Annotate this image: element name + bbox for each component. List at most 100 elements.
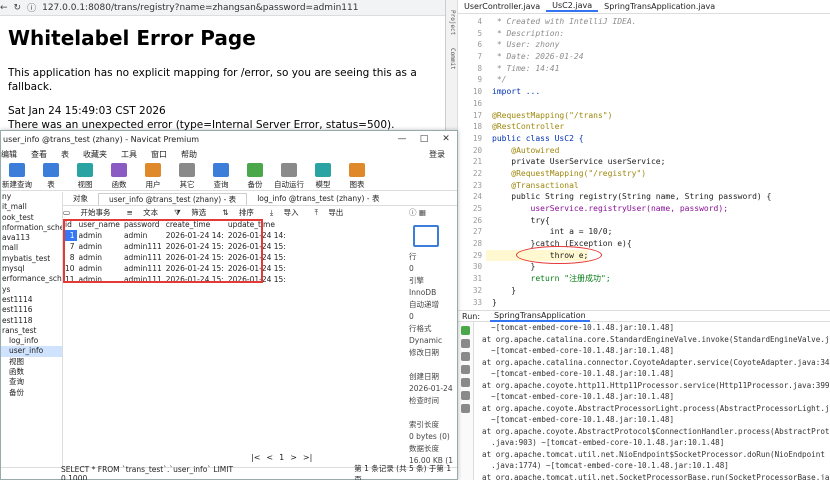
toolbar-icon (281, 163, 297, 177)
camera-icon[interactable] (461, 365, 470, 374)
sidebar-item[interactable]: ook_test (1, 213, 62, 223)
menu-item-0[interactable]: 编辑 (1, 149, 17, 160)
sidebar-item[interactable]: est1114 (1, 295, 62, 305)
sidebar-item[interactable]: 备份 (1, 388, 62, 398)
code-text: try{ (492, 215, 550, 225)
close-icon[interactable]: ✕ (435, 134, 457, 144)
line-number: 9 (477, 75, 482, 85)
reload-icon[interactable]: ↻ (14, 3, 22, 13)
sidebar-item[interactable]: nformation_schema (1, 223, 62, 233)
pager-control-3[interactable]: > (290, 453, 297, 462)
table-action-0[interactable]: ▭ 开始事务 (63, 207, 118, 218)
toolbar-icon (111, 163, 127, 177)
pager-control-0[interactable]: |< (251, 453, 260, 462)
rerun-icon[interactable] (461, 326, 470, 335)
sidebar-item[interactable]: mysql (1, 264, 62, 274)
navicat-window: user_info @trans_test (zhany) - Navicat … (0, 130, 458, 480)
settings-icon[interactable] (461, 378, 470, 387)
tab-usercontroller[interactable]: UserController.java (458, 2, 546, 11)
tab-usc2[interactable]: UsC2.java (546, 1, 599, 12)
menu-item-2[interactable]: 表 (61, 149, 69, 160)
console-output[interactable]: ~[tomcat-embed-core-10.1.48.jar:10.1.48]… (482, 322, 830, 480)
sidebar-item[interactable]: mall (1, 243, 62, 253)
pin-icon[interactable] (461, 404, 470, 413)
toolbar-button-3[interactable]: 函数 (103, 163, 135, 190)
toolbar-label: 其它 (179, 180, 195, 189)
url-text[interactable]: 127.0.0.1:8080/trans/registry?name=zhang… (42, 3, 358, 13)
menu-item-6[interactable]: 帮助 (181, 149, 197, 160)
sidebar-item[interactable]: ys (1, 285, 62, 295)
sidebar-item[interactable]: est1118 (1, 316, 62, 326)
toolbar-button-6[interactable]: 查询 (205, 163, 237, 190)
stop-icon[interactable] (461, 352, 470, 361)
ddl-icon[interactable]: ▦ (419, 208, 426, 217)
toolbar-button-4[interactable]: 用户 (137, 163, 169, 190)
toolbar-button-7[interactable]: 备份 (239, 163, 271, 190)
run-tab[interactable]: SpringTransApplication (490, 311, 590, 322)
code-editor[interactable]: 4 * Created with IntelliJ IDEA. 5 * Descr… (458, 16, 830, 308)
sidebar-item[interactable]: ava113 (1, 233, 62, 243)
project-tool-label[interactable]: Project (449, 10, 456, 35)
toolbar-button-9[interactable]: 模型 (307, 163, 339, 190)
code-text: * User: zhony (492, 40, 560, 50)
sidebar-item[interactable]: est1116 (1, 305, 62, 315)
line-number: 7 (477, 52, 482, 62)
code-line: 17 @RequestMapping("/trans") (458, 110, 830, 122)
sidebar-item[interactable]: rans_test (1, 326, 62, 336)
table-action-1[interactable]: ≡ 文本 (126, 207, 166, 218)
address-bar[interactable]: ← ↻ ⓘ 127.0.0.1:8080/trans/registry?name… (0, 0, 445, 16)
toolbar-button-0[interactable]: 新建查询 (1, 163, 33, 190)
toolbar-button-1[interactable]: 表 (35, 163, 67, 190)
tab-springtransapplication[interactable]: SpringTransApplication.java (598, 2, 721, 11)
toolbar-button-8[interactable]: 自动运行 (273, 163, 305, 190)
minimize-icon[interactable]: — (391, 134, 413, 144)
console-line: at org.apache.catalina.core.StandardEngi… (482, 334, 830, 344)
console-line: at org.apache.coyote.AbstractProcessorLi… (482, 403, 830, 413)
line-number: 18 (472, 122, 482, 132)
sidebar-item[interactable]: mybatis_test (1, 254, 62, 264)
pager-control-2[interactable]: 1 (279, 453, 284, 462)
annotation-ellipse (516, 246, 602, 264)
login-button[interactable]: 登录 (429, 149, 445, 160)
sidebar-item[interactable]: 查询 (1, 377, 62, 387)
tab-objects[interactable]: 对象 (63, 193, 98, 204)
code-line: 18 @RestController (458, 121, 830, 133)
layout-icon[interactable] (461, 391, 470, 400)
tab-user-info[interactable]: user_info @trans_test (zhany) - 表 (98, 192, 248, 205)
maximize-icon[interactable]: □ (413, 134, 435, 144)
back-icon[interactable]: ← (0, 3, 8, 13)
code-text: @RequestMapping("/trans") (492, 110, 613, 120)
toolbar-icon (349, 163, 365, 177)
commit-tool-label[interactable]: Commit (449, 48, 456, 70)
pager-control-4[interactable]: >| (303, 453, 312, 462)
line-number: 8 (477, 63, 482, 73)
table-action-3[interactable]: ⇅ 排序 (222, 207, 262, 218)
sidebar-item[interactable]: 视图 (1, 357, 62, 367)
line-number: 25 (472, 204, 482, 213)
table-action-4[interactable]: ⤓ 导入 (270, 207, 307, 218)
sidebar-item[interactable]: it_mall (1, 202, 62, 212)
toolbar-button-2[interactable]: 视图 (69, 163, 101, 190)
sidebar-item[interactable]: erformance_schema (1, 274, 62, 284)
navicat-title: user_info @trans_test (zhany) - Navicat … (3, 134, 200, 144)
toolbar-button-5[interactable]: 其它 (171, 163, 203, 190)
code-text: * Date: 2026-01-24 (492, 52, 584, 62)
menu-item-3[interactable]: 收藏夹 (83, 149, 107, 160)
sidebar-item[interactable]: 函数 (1, 367, 62, 377)
wrench-icon[interactable] (461, 339, 470, 348)
sidebar-item[interactable]: ny (1, 192, 62, 202)
menu-item-5[interactable]: 窗口 (151, 149, 167, 160)
sidebar-item[interactable]: user_info (1, 346, 62, 357)
menu-item-4[interactable]: 工具 (121, 149, 137, 160)
table-action-5[interactable]: ⤒ 导出 (315, 207, 352, 218)
pager-control-1[interactable]: < (266, 453, 273, 462)
menu-item-1[interactable]: 查看 (31, 149, 47, 160)
tab-log-info[interactable]: log_info @trans_test (zhany) - 表 (247, 193, 389, 204)
info-icon[interactable]: ⓘ (27, 1, 36, 14)
toolbar-button-10[interactable]: 图表 (341, 163, 373, 190)
table-action-2[interactable]: ⧩ 筛选 (174, 207, 214, 218)
info-icon[interactable]: ⓘ (409, 208, 417, 217)
toolbar-label: 函数 (111, 180, 127, 189)
sidebar-item[interactable]: log_info (1, 336, 62, 346)
console-line: at org.apache.tomcat.util.net.SocketProc… (482, 472, 830, 480)
